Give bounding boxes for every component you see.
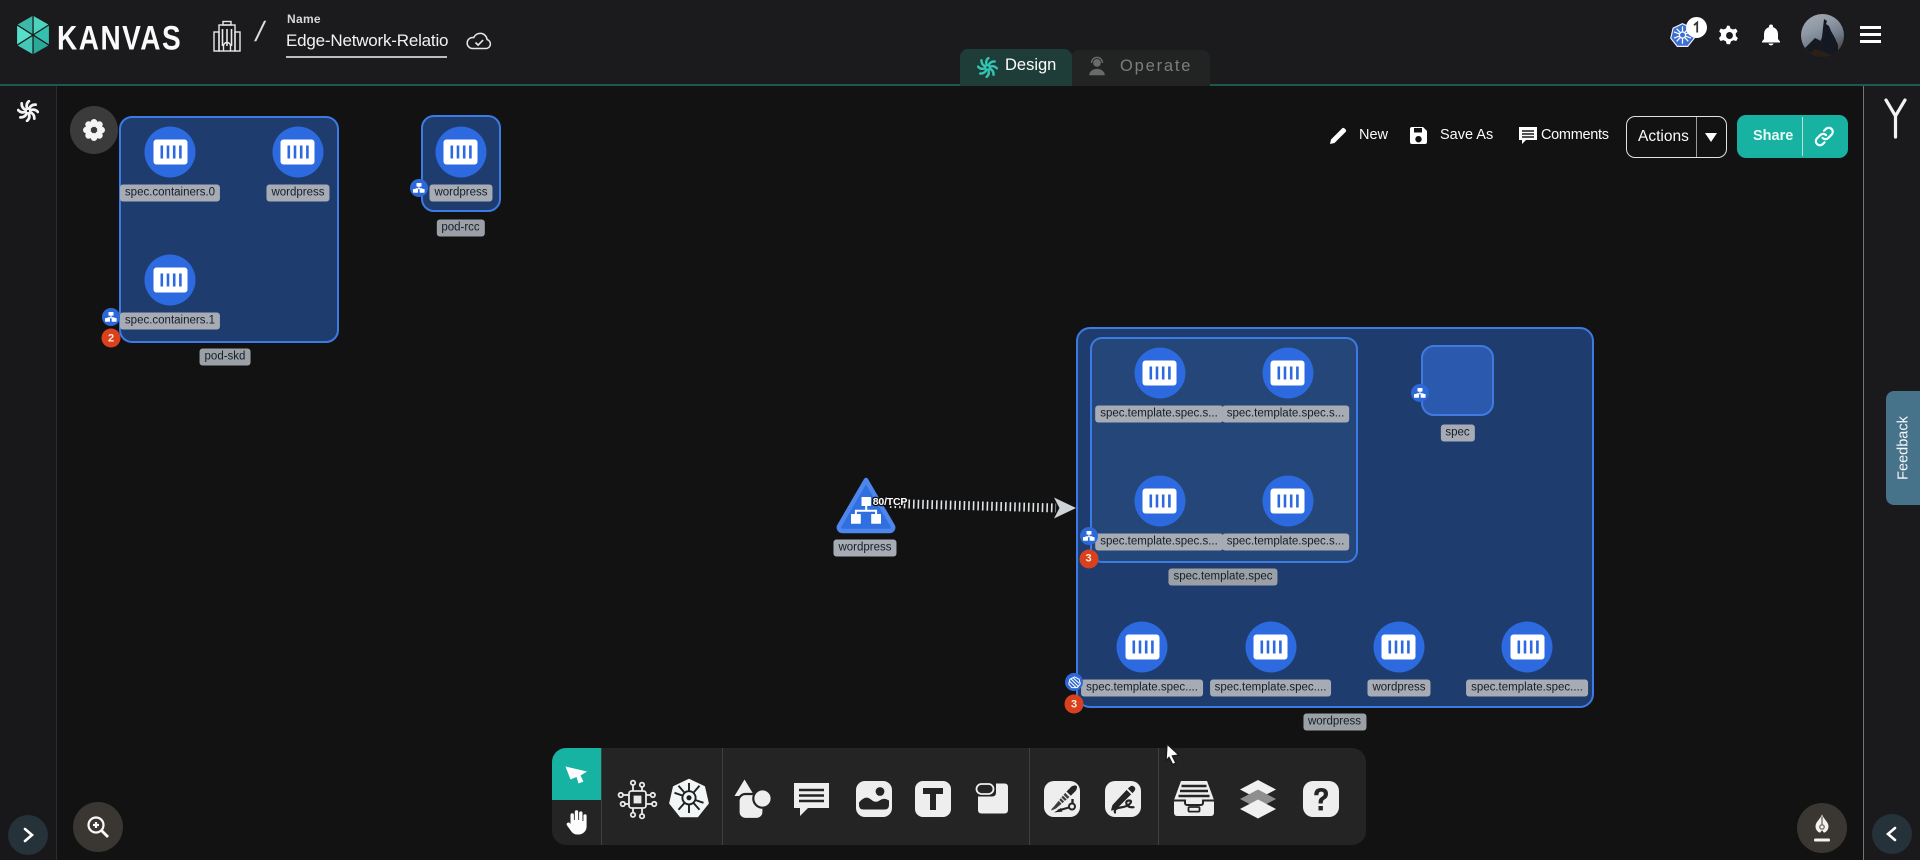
svg-text:80/TCP: 80/TCP xyxy=(873,496,908,508)
